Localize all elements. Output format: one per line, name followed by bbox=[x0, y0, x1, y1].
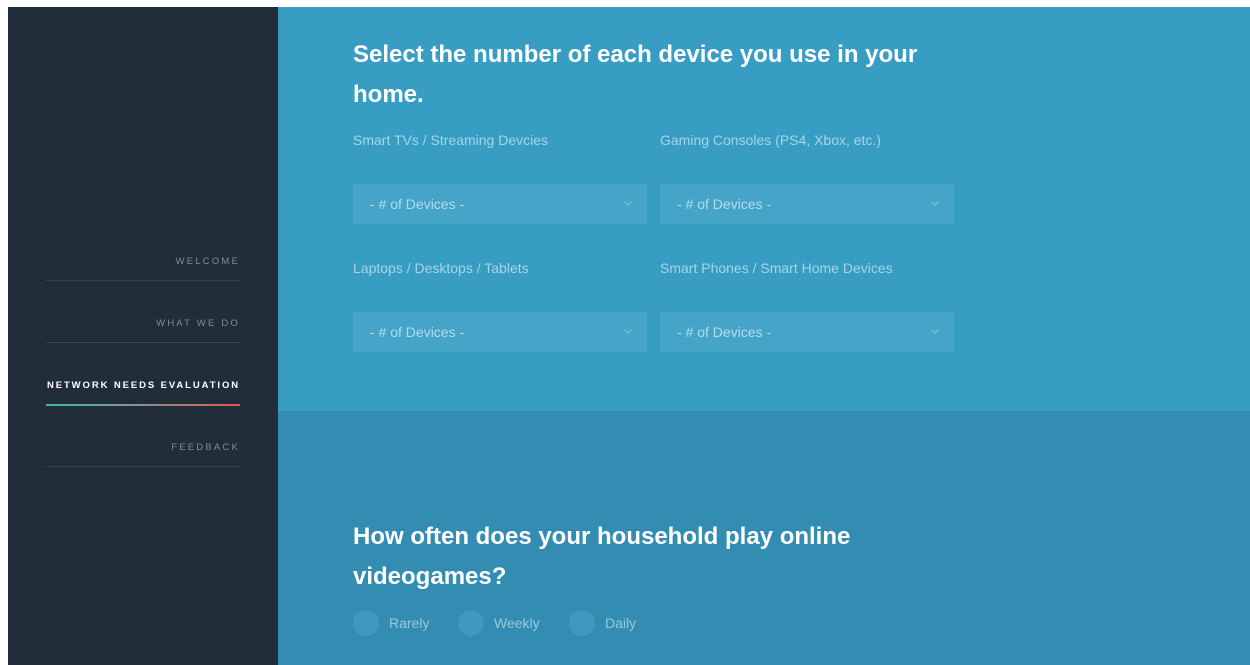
select-value: - # of Devices - bbox=[677, 196, 772, 212]
radio-circle bbox=[458, 610, 484, 636]
radio-label: Weekly bbox=[494, 615, 540, 631]
devices-section: Select the number of each device you use… bbox=[278, 7, 1250, 411]
select-value: - # of Devices - bbox=[370, 196, 465, 212]
nav-item-what-we-do[interactable]: WHAT WE DO bbox=[46, 309, 240, 371]
devices-heading: Select the number of each device you use… bbox=[353, 41, 918, 108]
nav-item-label: FEEDBACK bbox=[171, 442, 240, 453]
chevron-down-icon bbox=[931, 201, 939, 206]
nav-item-feedback[interactable]: FEEDBACK bbox=[46, 433, 240, 495]
nav-divider bbox=[46, 466, 240, 467]
smart-phones-select[interactable]: - # of Devices - bbox=[660, 312, 954, 352]
chevron-down-icon bbox=[624, 201, 632, 206]
app-frame: WELCOME WHAT WE DO NETWORK NEEDS EVALUAT… bbox=[8, 7, 1250, 665]
main-content: Select the number of each device you use… bbox=[278, 7, 1250, 665]
nav-item-label: WHAT WE DO bbox=[156, 318, 240, 329]
smart-tvs-select[interactable]: - # of Devices - bbox=[353, 184, 647, 224]
nav-divider bbox=[46, 280, 240, 281]
radio-label: Daily bbox=[605, 615, 637, 631]
radio-circle bbox=[353, 610, 379, 636]
laptops-label: Laptops / Desktops / Tablets bbox=[353, 260, 529, 276]
gaming-consoles-select[interactable]: - # of Devices - bbox=[660, 184, 954, 224]
nav-item-network-needs-evaluation[interactable]: NETWORK NEEDS EVALUATION bbox=[46, 371, 240, 433]
laptops-select[interactable]: - # of Devices - bbox=[353, 312, 647, 352]
nav-item-label: NETWORK NEEDS EVALUATION bbox=[46, 380, 240, 391]
sidebar-nav: WELCOME WHAT WE DO NETWORK NEEDS EVALUAT… bbox=[46, 247, 240, 495]
chevron-down-icon bbox=[624, 329, 632, 334]
sidebar: WELCOME WHAT WE DO NETWORK NEEDS EVALUAT… bbox=[8, 7, 278, 665]
gaming-heading: How often does your household play onlin… bbox=[353, 523, 851, 590]
active-nav-underline bbox=[46, 404, 240, 406]
radio-circle bbox=[569, 610, 595, 636]
gaming-consoles-label: Gaming Consoles (PS4, Xbox, etc.) bbox=[660, 132, 881, 148]
radio-label: Rarely bbox=[389, 615, 430, 631]
smart-tvs-label: Smart TVs / Streaming Devcies bbox=[353, 132, 549, 148]
select-value: - # of Devices - bbox=[677, 324, 772, 340]
nav-item-welcome[interactable]: WELCOME bbox=[46, 247, 240, 309]
smart-phones-label: Smart Phones / Smart Home Devices bbox=[660, 260, 893, 276]
nav-divider bbox=[46, 342, 240, 343]
chevron-down-icon bbox=[931, 329, 939, 334]
select-value: - # of Devices - bbox=[370, 324, 465, 340]
nav-item-label: WELCOME bbox=[175, 256, 240, 267]
